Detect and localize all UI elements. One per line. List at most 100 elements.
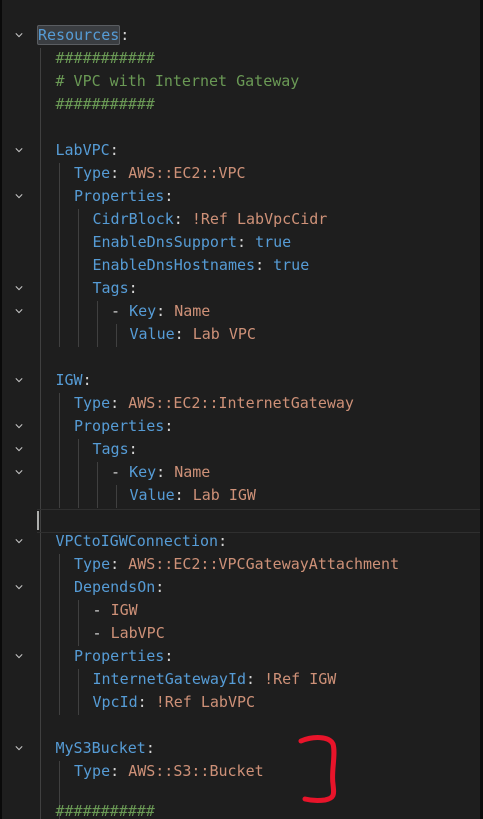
token-punc: : (110, 164, 129, 182)
code-line[interactable]: Type: AWS::EC2::VPC (0, 162, 483, 185)
code-text: - LabVPC (93, 622, 165, 645)
code-text: Value: Lab VPC (130, 323, 256, 346)
code-text: Tags: (93, 438, 138, 461)
code-line[interactable]: Type: AWS::S3::Bucket (0, 760, 483, 783)
token-bool: true (255, 233, 292, 251)
code-line[interactable]: ########### (0, 800, 483, 819)
code-line[interactable]: IGW: (0, 369, 483, 392)
token-punc: : (164, 417, 174, 435)
token-cmt: ########### (55, 49, 155, 67)
code-line[interactable]: EnableDnsHostnames: true (0, 254, 483, 277)
token-str: !Ref LabVpcCidr (191, 210, 328, 228)
code-text: VPCtoIGWConnection: (56, 530, 228, 553)
code-line[interactable]: - Key: Name (0, 461, 483, 484)
token-str: Name (174, 463, 211, 481)
token-punc: : (109, 141, 119, 159)
code-text: Type: AWS::EC2::VPC (74, 162, 246, 185)
code-line[interactable]: Type: AWS::EC2::VPCGatewayAttachment (0, 553, 483, 576)
token-key: EnableDnsSupport (92, 233, 238, 251)
code-line[interactable]: Properties: (0, 185, 483, 208)
token-str: AWS::EC2::VPC (128, 164, 246, 182)
token-punc: : (82, 371, 92, 389)
code-text: Properties: (74, 415, 173, 438)
code-line[interactable]: - IGW (0, 599, 483, 622)
token-punc: : (164, 187, 174, 205)
code-text: CidrBlock: !Ref LabVpcCidr (93, 208, 328, 231)
code-text: ########### (56, 800, 155, 819)
token-key: Value (129, 325, 175, 343)
code-line[interactable]: MyS3Bucket: (0, 737, 483, 760)
token-cmt: ########### (55, 95, 155, 113)
code-line[interactable]: Value: Lab IGW (0, 484, 483, 507)
token-punc: - (92, 601, 111, 619)
token-punc: : (156, 302, 175, 320)
code-line[interactable]: Tags: (0, 438, 483, 461)
code-line[interactable]: Type: AWS::EC2::InternetGateway (0, 392, 483, 415)
token-str: !Ref IGW (264, 670, 337, 688)
token-punc: : (110, 555, 129, 573)
token-punc: : (174, 486, 193, 504)
token-punc: - (111, 302, 130, 320)
token-key: EnableDnsHostnames (92, 256, 256, 274)
text-cursor (37, 511, 39, 530)
code-text: # VPC with Internet Gateway (56, 70, 300, 93)
code-line[interactable]: Tags: (0, 277, 483, 300)
token-key: Type (74, 164, 111, 182)
code-editor[interactable]: Resources: ########### # VPC with Internet… (0, 0, 483, 819)
code-line[interactable]: Resources: (0, 24, 483, 47)
code-line[interactable]: DependsOn: (0, 576, 483, 599)
code-line[interactable]: Properties: (0, 645, 483, 668)
code-text: ########### (56, 93, 155, 116)
code-line[interactable]: - LabVPC (0, 622, 483, 645)
token-punc: : (145, 739, 155, 757)
code-text: MyS3Bucket: (56, 737, 155, 760)
token-punc: : (128, 440, 138, 458)
token-key: VpcId (92, 693, 138, 711)
code-text: Type: AWS::EC2::InternetGateway (74, 392, 354, 415)
code-line[interactable]: - Key: Name (0, 300, 483, 323)
token-punc: : (156, 463, 175, 481)
code-text: - IGW (93, 599, 138, 622)
token-punc: : (164, 647, 174, 665)
code-text: DependsOn: (74, 576, 164, 599)
token-key: Tags (92, 440, 129, 458)
token-punc: - (111, 463, 130, 481)
code-text: LabVPC: (56, 139, 119, 162)
token-punc: : (110, 394, 129, 412)
code-line[interactable]: # VPC with Internet Gateway (0, 70, 483, 93)
code-text: Type: AWS::S3::Bucket (74, 760, 264, 783)
token-punc: : (174, 325, 193, 343)
token-key: Type (74, 762, 111, 780)
token-key: CidrBlock (92, 210, 174, 228)
code-line[interactable]: VPCtoIGWConnection: (0, 530, 483, 553)
token-key: Resources (37, 25, 121, 45)
token-bool: true (273, 256, 310, 274)
token-str: Lab VPC (192, 325, 256, 343)
code-text: EnableDnsSupport: true (93, 231, 292, 254)
token-key: Properties (74, 187, 165, 205)
code-line[interactable]: Value: Lab VPC (0, 323, 483, 346)
code-text: Resources: (37, 24, 129, 47)
code-text: ########### (56, 47, 155, 70)
code-line[interactable]: ########### (0, 93, 483, 116)
token-punc: : (173, 210, 192, 228)
code-text: Type: AWS::EC2::VPCGatewayAttachment (74, 553, 399, 576)
token-key: DependsOn (74, 578, 156, 596)
token-str: AWS::EC2::VPCGatewayAttachment (128, 555, 400, 573)
token-punc: : (120, 26, 130, 44)
code-line[interactable]: InternetGatewayId: !Ref IGW (0, 668, 483, 691)
token-key: Key (129, 302, 157, 320)
code-text: Properties: (74, 185, 173, 208)
token-key: Properties (74, 647, 165, 665)
token-key: Properties (74, 417, 165, 435)
code-line[interactable]: LabVPC: (0, 139, 483, 162)
code-line[interactable]: CidrBlock: !Ref LabVpcCidr (0, 208, 483, 231)
code-line[interactable]: ########### (0, 47, 483, 70)
token-key: MyS3Bucket (55, 739, 146, 757)
code-line[interactable]: EnableDnsSupport: true (0, 231, 483, 254)
code-line[interactable]: VpcId: !Ref LabVPC (0, 691, 483, 714)
red-bracket-annotation (298, 735, 337, 803)
code-line[interactable]: Properties: (0, 415, 483, 438)
token-key: Key (129, 463, 157, 481)
token-key: Type (74, 394, 111, 412)
